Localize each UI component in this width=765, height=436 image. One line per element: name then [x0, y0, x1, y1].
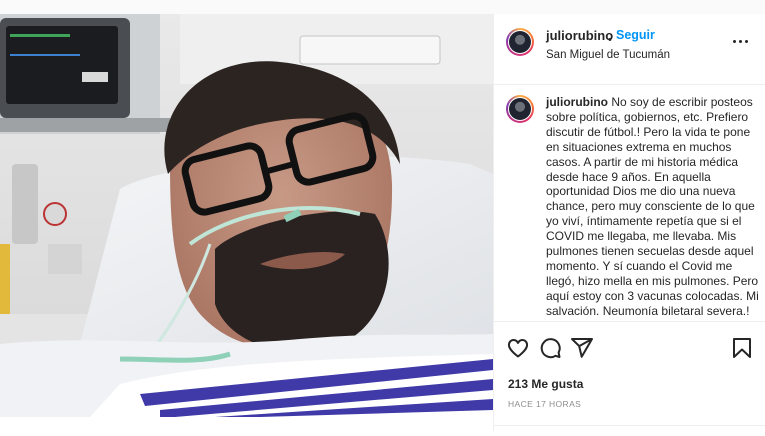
comment-icon[interactable] [538, 336, 562, 360]
follow-button[interactable]: Seguir [616, 28, 655, 42]
post-photo[interactable] [0, 14, 493, 417]
caption-username[interactable]: juliorubino [546, 95, 608, 109]
author-username[interactable]: juliorubino [546, 28, 613, 43]
caption-area: juliorubino No soy de escribir posteos s… [494, 85, 765, 321]
caption-avatar[interactable] [506, 95, 534, 123]
post-header: juliorubino • Seguir San Miguel de Tucum… [494, 14, 765, 85]
author-avatar[interactable] [506, 28, 534, 56]
post-side-panel: juliorubino • Seguir San Miguel de Tucum… [493, 14, 765, 431]
bookmark-icon[interactable] [730, 336, 754, 360]
likes-count[interactable]: 213 Me gusta [508, 377, 583, 391]
post-timestamp[interactable]: HACE 17 HORAS [508, 399, 581, 409]
more-options-icon[interactable] [730, 34, 752, 48]
share-icon[interactable] [570, 336, 594, 360]
post-photo-image [0, 14, 493, 417]
post-caption: juliorubino No soy de escribir posteos s… [546, 95, 760, 321]
post-location[interactable]: San Miguel de Tucumán [546, 49, 670, 61]
top-strip [0, 0, 765, 14]
post-actions: 213 Me gusta HACE 17 HORAS [494, 321, 765, 432]
heart-icon[interactable] [506, 336, 530, 360]
header-separator: • [608, 34, 612, 46]
caption-text: No soy de escribir posteos sobre polític… [546, 95, 759, 321]
